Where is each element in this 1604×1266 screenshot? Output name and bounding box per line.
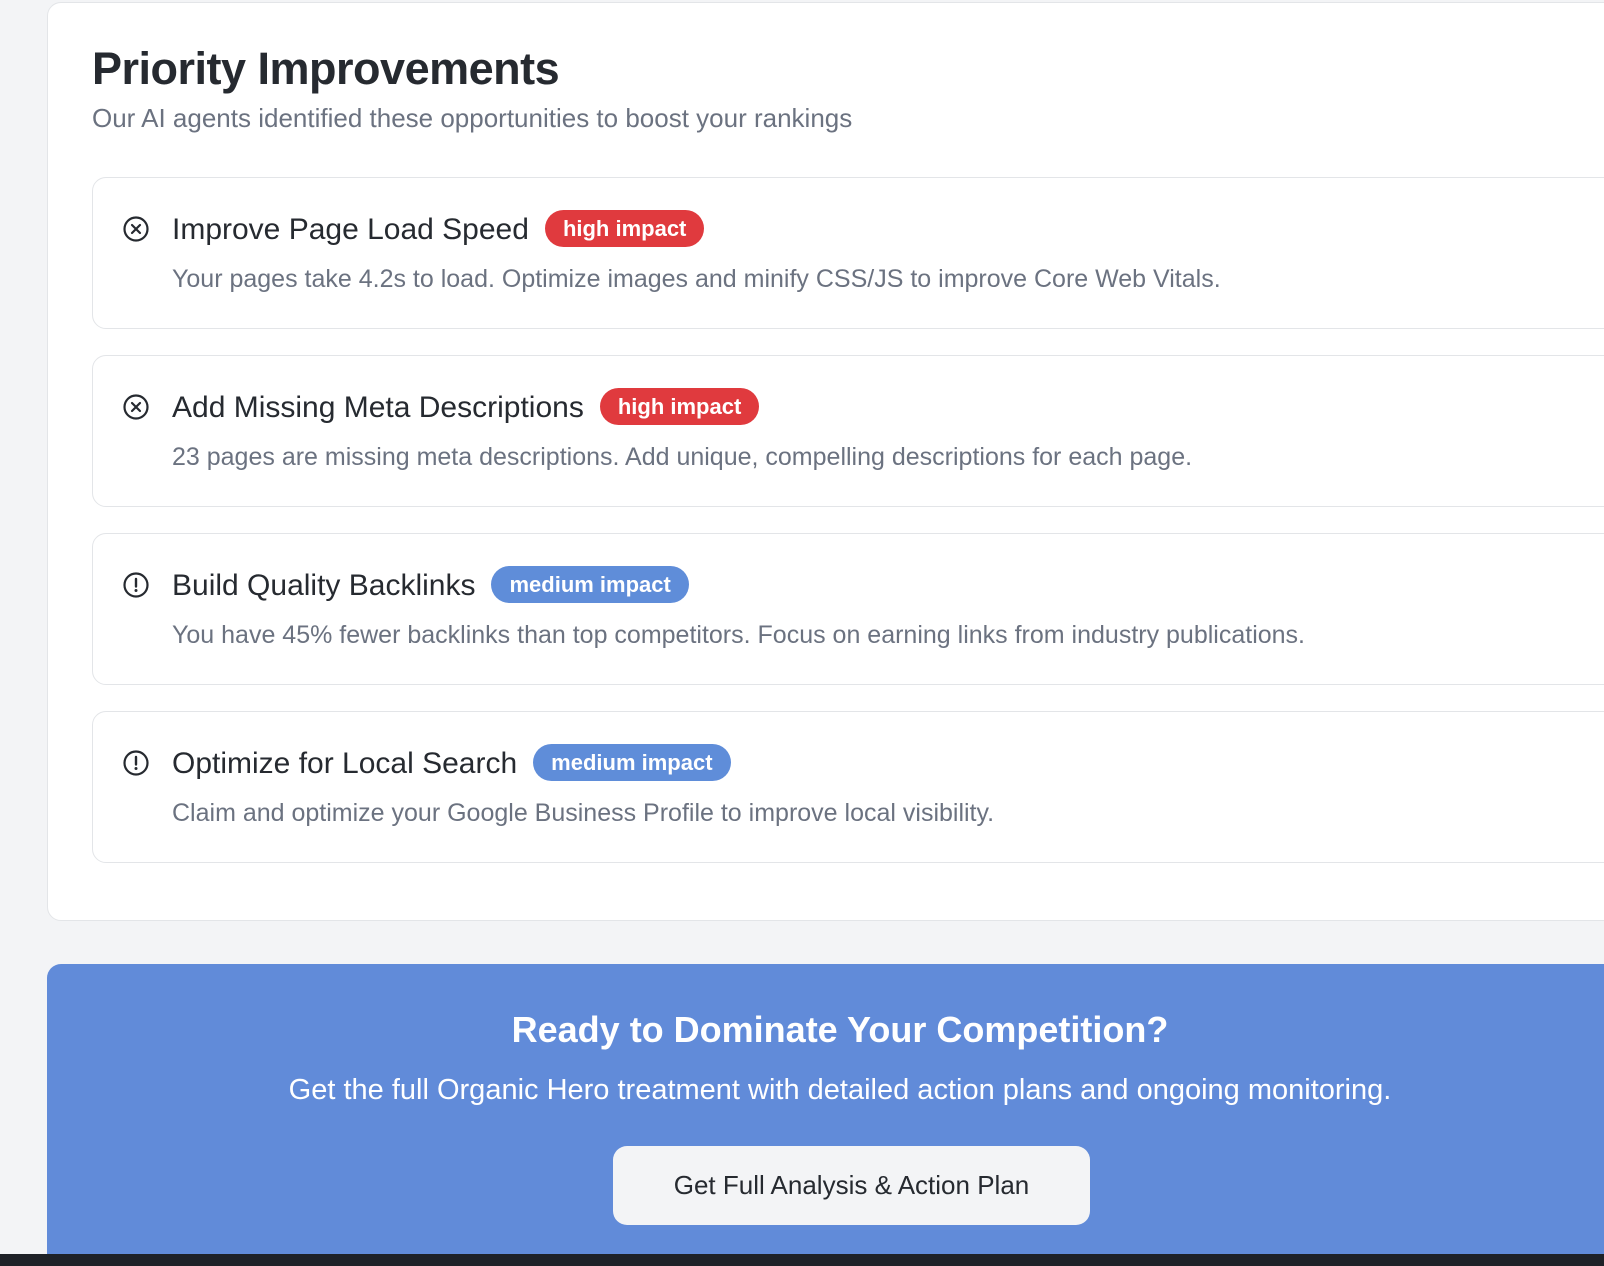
cta-text: Get the full Organic Hero treatment with… [288, 1074, 1392, 1106]
get-full-analysis-button[interactable]: Get Full Analysis & Action Plan [613, 1146, 1090, 1225]
improvement-description: Claim and optimize your Google Business … [172, 799, 995, 827]
footer-bar [0, 1254, 1604, 1266]
cta-title: Ready to Dominate Your Competition? [511, 1009, 1169, 1050]
improvement-title-row: Improve Page Load Speed high impact [172, 210, 705, 249]
improvement-title: Optimize for Local Search [172, 747, 518, 780]
improvement-card: Optimize for Local Search medium impact C… [92, 711, 1604, 863]
priority-improvements-panel: Priority Improvements Our AI agents iden… [47, 2, 1604, 921]
impact-badge: high impact [544, 210, 705, 247]
cta-banner: Ready to Dominate Your Competition? Get … [47, 964, 1604, 1254]
x-circle-icon [123, 216, 149, 242]
impact-badge: high impact [599, 388, 760, 425]
improvement-card: Improve Page Load Speed high impact Your … [92, 177, 1604, 329]
improvement-card: Add Missing Meta Descriptions high impact… [92, 355, 1604, 507]
improvement-description: 23 pages are missing meta descriptions. … [172, 443, 1193, 471]
panel-subtitle: Our AI agents identified these opportuni… [92, 103, 853, 133]
improvement-card: Build Quality Backlinks medium impact You… [92, 533, 1604, 685]
improvement-title: Add Missing Meta Descriptions [172, 391, 584, 424]
improvement-description: Your pages take 4.2s to load. Optimize i… [172, 265, 1221, 293]
improvement-description: You have 45% fewer backlinks than top co… [172, 621, 1306, 649]
improvement-title-row: Optimize for Local Search medium impact [172, 744, 731, 783]
improvement-title: Build Quality Backlinks [172, 569, 476, 602]
alert-circle-icon [123, 750, 149, 776]
improvement-title: Improve Page Load Speed [172, 213, 529, 246]
improvement-title-row: Build Quality Backlinks medium impact [172, 566, 689, 605]
impact-badge: medium impact [491, 566, 689, 603]
panel-title: Priority Improvements [92, 43, 560, 94]
x-circle-icon [123, 394, 149, 420]
improvement-title-row: Add Missing Meta Descriptions high impact [172, 388, 760, 427]
alert-circle-icon [123, 572, 149, 598]
impact-badge: medium impact [533, 744, 731, 781]
